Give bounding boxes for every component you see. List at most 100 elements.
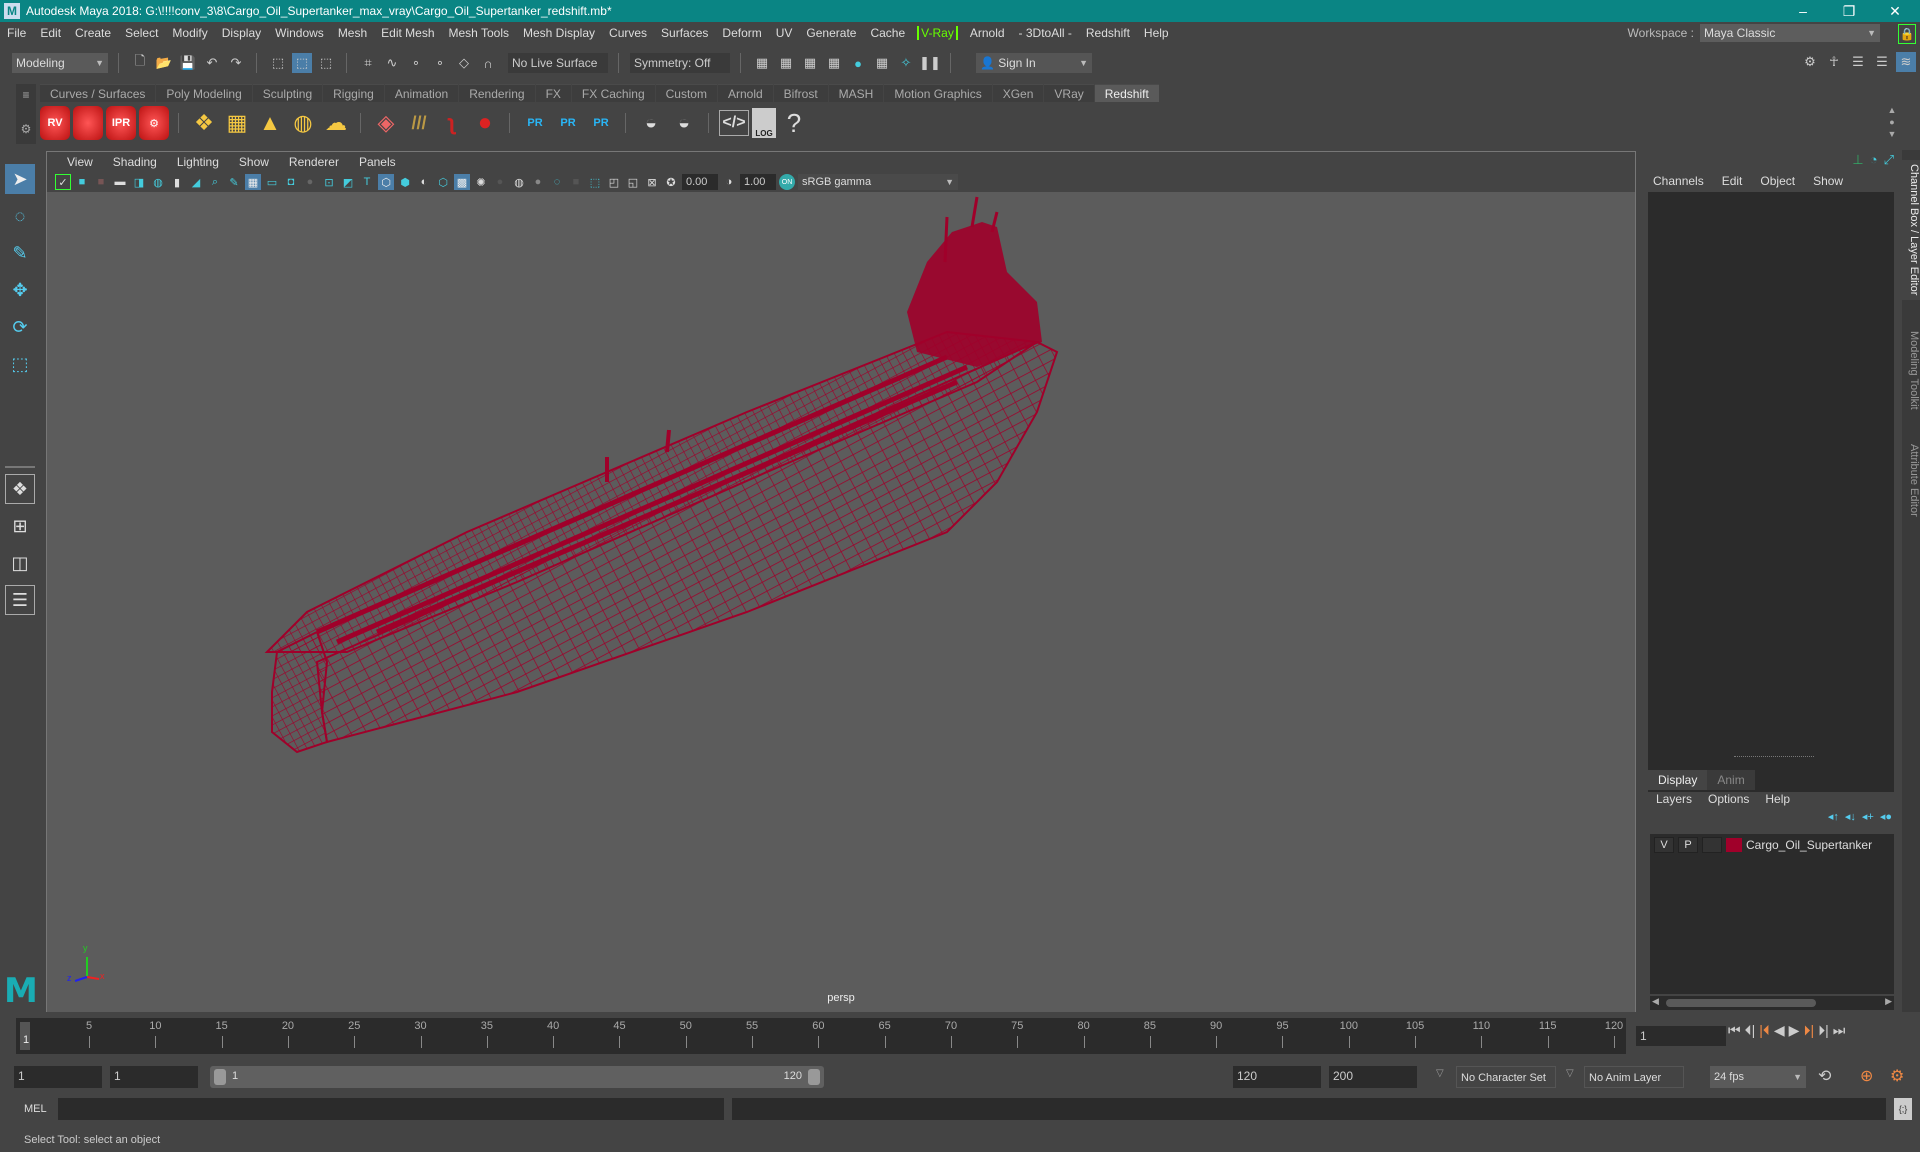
xray-active-icon[interactable]: ◱	[625, 174, 641, 190]
close-button[interactable]: ✕	[1872, 0, 1918, 22]
four-view-layout-icon[interactable]: ⊞	[5, 511, 35, 541]
shelf-tab-sculpting[interactable]: Sculpting	[252, 84, 323, 102]
layer-row[interactable]: V P Cargo_Oil_Supertanker	[1650, 834, 1894, 856]
menu-edit[interactable]: Edit	[33, 26, 68, 40]
snap-grid-icon[interactable]: ⌗	[358, 53, 378, 73]
layer-display-type-toggle[interactable]	[1702, 837, 1722, 853]
redshift-sun-sky-icon[interactable]: ☁	[321, 106, 351, 140]
channel-box-attribute-icon[interactable]: ⊥	[1852, 152, 1863, 168]
menu-file[interactable]: File	[0, 26, 33, 40]
select-component-icon[interactable]: ⬚	[316, 53, 336, 73]
range-slider[interactable]: 1 120	[210, 1066, 824, 1088]
color-management-toggle-icon[interactable]: ON	[779, 174, 795, 190]
shelf-tab-rendering[interactable]: Rendering	[459, 84, 535, 102]
light-editor-icon[interactable]: ✧	[896, 53, 916, 73]
3d-viewport[interactable]: y x z persp	[47, 192, 1635, 1012]
exposure-icon[interactable]: ✪	[663, 174, 679, 190]
use-default-lighting-icon[interactable]: ✺	[473, 174, 489, 190]
live-surface-field[interactable]: No Live Surface	[508, 53, 608, 73]
redshift-volume-icon[interactable]: ʅ	[437, 106, 467, 140]
menu-modify[interactable]: Modify	[165, 26, 214, 40]
menu-uv[interactable]: UV	[769, 26, 800, 40]
maximize-button[interactable]: ❐	[1826, 0, 1872, 22]
pr-export-icon[interactable]: PR	[553, 106, 583, 140]
shelf-scrollbar[interactable]: ▲ ● ▼	[1886, 104, 1898, 142]
redshift-sphere-icon[interactable]: ●	[470, 106, 500, 140]
menu-vray[interactable]: V-Ray	[917, 26, 958, 40]
play-backward-icon[interactable]: ◀	[1774, 1022, 1785, 1039]
select-object-icon[interactable]: ⬚	[292, 53, 312, 73]
default-material-icon[interactable]: ◐	[416, 174, 432, 190]
shelf-tab-vray[interactable]: VRay	[1044, 84, 1094, 102]
bake-pie-1-icon[interactable]: ◒	[636, 106, 666, 140]
camera-lock-icon[interactable]: ◨	[131, 174, 147, 190]
gate-mask-icon[interactable]: ●	[302, 174, 318, 190]
render-view-icon[interactable]: ▦	[752, 53, 772, 73]
time-slider[interactable]: 1 5 10 15 20 25 30 35 40 45 50 55 60 65 70 75 80 85 90 95 1…	[16, 1018, 1626, 1054]
modeling-toolkit-icon[interactable]: ⚙	[1800, 52, 1820, 72]
hypershade-icon[interactable]: ●	[848, 53, 868, 73]
menu-mesh-display[interactable]: Mesh Display	[516, 26, 602, 40]
object-menu[interactable]: Object	[1751, 172, 1804, 190]
wireframe-on-shaded-icon[interactable]: ⬡	[435, 174, 451, 190]
menu-mesh-tools[interactable]: Mesh Tools	[442, 26, 516, 40]
animation-start-field[interactable]: 1	[14, 1066, 102, 1088]
redshift-light-ies-icon[interactable]: ▲	[255, 106, 285, 140]
menu-redshift[interactable]: Redshift	[1079, 26, 1137, 40]
side-tab-channel-box[interactable]: Channel Box / Layer Editor	[1902, 160, 1920, 300]
outliner-layout-icon[interactable]: ☰	[5, 585, 35, 615]
lock-camera-icon[interactable]: ▬	[112, 174, 128, 190]
gamma-field[interactable]: 1.00	[740, 174, 776, 190]
safe-title-icon[interactable]: T	[359, 174, 375, 190]
lasso-tool-icon[interactable]: ◌	[5, 201, 35, 231]
scroll-left-icon[interactable]: ◀	[1652, 996, 1659, 1007]
layer-playback-toggle[interactable]: P	[1678, 837, 1698, 853]
render-settings-icon[interactable]: ▦	[824, 53, 844, 73]
next-key-icon[interactable]: ⏵|	[1803, 1022, 1814, 1039]
bookmark-icon[interactable]: ▮	[169, 174, 185, 190]
command-language-label[interactable]: MEL	[24, 1103, 47, 1115]
redshift-settings-icon[interactable]: ⚙	[139, 106, 169, 140]
move-tool-icon[interactable]: ✥	[5, 275, 35, 305]
shelf-tab-redshift[interactable]: Redshift	[1094, 84, 1159, 102]
fps-dropdown[interactable]: 24 fps ▼	[1710, 1066, 1806, 1088]
xray-icon[interactable]: ▩	[454, 174, 470, 190]
redshift-dome-light-icon[interactable]: ◍	[288, 106, 318, 140]
shelf-tab-animation[interactable]: Animation	[384, 84, 459, 102]
layer-horizontal-scrollbar[interactable]: ◀ ▶	[1650, 996, 1894, 1010]
shelf-tab-curves-surfaces[interactable]: Curves / Surfaces	[40, 84, 156, 102]
resolution-gate-icon[interactable]: ◘	[283, 174, 299, 190]
paint-select-tool-icon[interactable]: ✎	[5, 238, 35, 268]
channel-box-body[interactable]	[1648, 192, 1894, 792]
smooth-shade-icon[interactable]: ⬢	[397, 174, 413, 190]
select-tool-icon[interactable]: ➤	[5, 164, 35, 194]
film-gate-icon[interactable]: ▭	[264, 174, 280, 190]
scale-tool-icon[interactable]: ⬚	[5, 349, 35, 379]
prev-key-icon[interactable]: |⏴	[1759, 1022, 1770, 1039]
script-editor-icon[interactable]: </>	[719, 110, 749, 136]
menu-deform[interactable]: Deform	[715, 26, 768, 40]
menu-3dtoall[interactable]: - 3DtoAll -	[1012, 26, 1079, 40]
side-tab-attribute-editor[interactable]: Attribute Editor	[1902, 430, 1920, 530]
layer-tab-display[interactable]: Display	[1648, 770, 1708, 790]
shelf-tab-fx-caching[interactable]: FX Caching	[571, 84, 655, 102]
menu-edit-mesh[interactable]: Edit Mesh	[374, 26, 441, 40]
select-camera-icon[interactable]: ✓	[55, 174, 71, 190]
new-scene-icon[interactable]: 🗋	[130, 53, 150, 73]
shelf-tab-fx[interactable]: FX	[535, 84, 571, 102]
layers-menu[interactable]: Layers	[1648, 790, 1700, 808]
xray-joints-icon[interactable]: ◰	[606, 174, 622, 190]
redshift-render-view-icon[interactable]: RV	[40, 106, 70, 140]
gamma-icon[interactable]: ◑	[721, 174, 737, 190]
camera-attributes-icon[interactable]: ■	[74, 174, 90, 190]
menu-mesh[interactable]: Mesh	[331, 26, 374, 40]
channel-box-float-icon[interactable]: ⤢	[1884, 152, 1894, 168]
help-menu[interactable]: Help	[1757, 790, 1798, 808]
range-end-handle[interactable]	[808, 1069, 820, 1085]
render-setup-icon[interactable]: ▦	[872, 53, 892, 73]
tool-settings-icon[interactable]: ☰	[1872, 52, 1892, 72]
redshift-hair-icon[interactable]: ///	[404, 106, 434, 140]
menu-generate[interactable]: Generate	[799, 26, 863, 40]
open-scene-icon[interactable]: 📂	[154, 53, 174, 73]
exposure-field[interactable]: 0.00	[682, 174, 718, 190]
